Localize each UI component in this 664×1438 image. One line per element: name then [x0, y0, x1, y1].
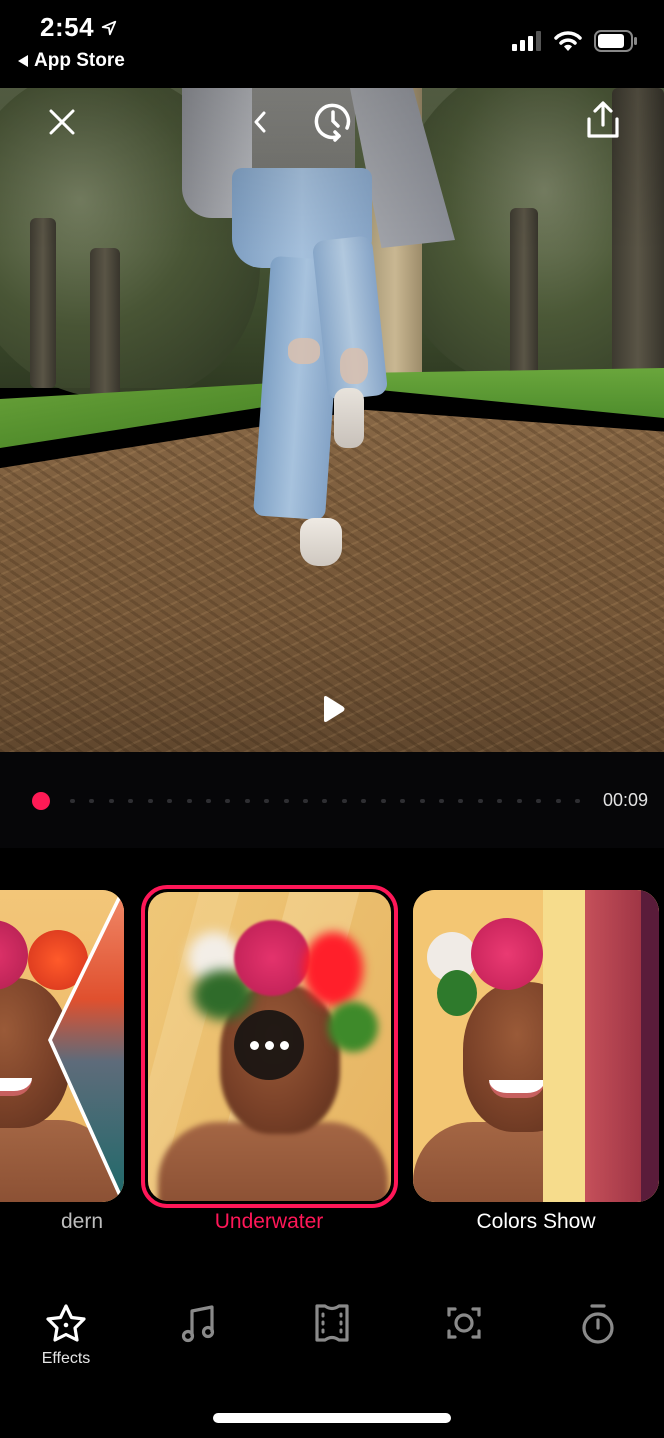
music-note-icon: [181, 1305, 215, 1343]
scrubber-handle[interactable]: [32, 792, 50, 810]
tab-effects[interactable]: Effects: [21, 1302, 111, 1368]
clock-history-icon: [314, 103, 351, 142]
close-icon: [49, 109, 75, 135]
effect-options-button[interactable]: [234, 1010, 304, 1080]
star-icon: [46, 1304, 86, 1342]
location-arrow-icon: [101, 20, 117, 35]
share-button[interactable]: [580, 96, 626, 144]
undo-button[interactable]: [242, 102, 278, 142]
home-indicator[interactable]: [213, 1413, 451, 1423]
color-stripe: [641, 890, 659, 1202]
tab-timer[interactable]: [553, 1302, 643, 1346]
effect-label-colors-show: Colors Show: [476, 1210, 596, 1233]
battery-icon: [594, 30, 637, 52]
status-time-group: 2:54: [40, 12, 118, 43]
chevron-left-icon: [254, 111, 266, 133]
share-icon: [587, 101, 619, 138]
wifi-icon: [554, 31, 582, 51]
effect-label-underwater: Underwater: [214, 1210, 324, 1233]
system-icons: [512, 30, 638, 52]
film-strip-icon: [315, 1304, 349, 1342]
back-to-app-store[interactable]: App Store: [18, 50, 125, 72]
more-options-icon: [249, 1040, 259, 1050]
bottom-tab-bar: Effects: [0, 1238, 664, 1438]
effect-label-modern: dern: [0, 1210, 140, 1234]
video-shade: [0, 88, 664, 752]
tab-film[interactable]: [287, 1302, 377, 1344]
thumb-flower: [303, 932, 363, 1006]
effect-thumbnail: [413, 890, 659, 1202]
thumb-leaves: [328, 1002, 378, 1052]
timeline-scrubber[interactable]: 00:09: [0, 752, 664, 848]
status-time: 2:54: [40, 12, 95, 42]
tab-focus[interactable]: [419, 1302, 509, 1344]
color-stripe: [543, 890, 587, 1202]
back-triangle-icon: [18, 55, 28, 67]
focus-frame-icon: [447, 1307, 481, 1339]
thumb-flower: [471, 918, 543, 990]
cellular-signal-icon: [512, 31, 541, 51]
play-button[interactable]: [316, 692, 350, 726]
history-button[interactable]: [308, 96, 358, 146]
video-preview[interactable]: [0, 88, 664, 752]
effect-card-colors-show[interactable]: [413, 890, 659, 1202]
status-bar: 2:54 App Store: [0, 0, 664, 88]
thumb-flower: [234, 920, 310, 996]
scrubber-track[interactable]: [70, 799, 580, 803]
effect-thumbnail: [0, 890, 124, 1202]
effects-carousel[interactable]: dern Underwater Colors Show: [0, 848, 664, 1238]
play-icon: [324, 696, 345, 722]
back-app-label: App Store: [34, 50, 125, 71]
timeline-time: 00:09: [602, 790, 648, 810]
effect-card-modern[interactable]: [0, 890, 124, 1202]
stopwatch-icon: [582, 1304, 614, 1344]
tab-label: Effects: [41, 1350, 91, 1367]
effect-label-text: dern: [60, 1210, 104, 1233]
close-button[interactable]: [40, 100, 84, 144]
tab-music[interactable]: [155, 1302, 245, 1344]
color-stripe: [585, 890, 645, 1202]
thumb-leaves: [437, 970, 477, 1016]
